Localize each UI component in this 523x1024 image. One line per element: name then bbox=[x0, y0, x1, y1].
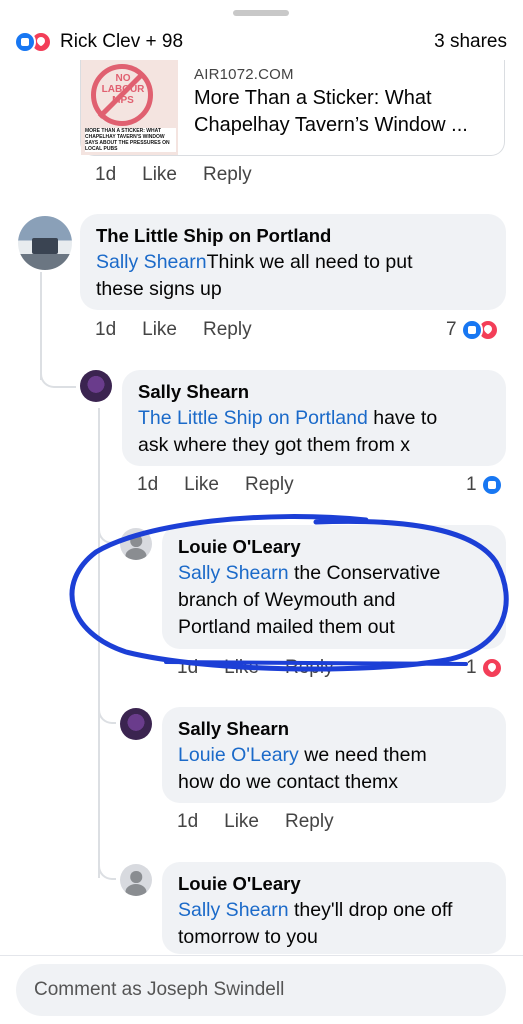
link-preview-card[interactable]: NO LABOUR MPS MORE THAN A STICKER: WHAT … bbox=[80, 60, 505, 156]
comment-text: Sally Shearn the Conservative branch of … bbox=[178, 560, 492, 641]
comment-text: Louie O'Leary we need them how do we con… bbox=[178, 742, 492, 796]
comment-actions: 1d Like Reply bbox=[95, 319, 252, 341]
mention-link[interactable]: The Little Ship on Portland bbox=[138, 407, 368, 429]
comment-author[interactable]: Louie O'Leary bbox=[178, 534, 492, 560]
thumb-sign-bottom: MPS bbox=[112, 95, 134, 106]
comment-bubble: Louie O'Leary Sally Shearn they'll drop … bbox=[162, 862, 506, 954]
comment-reactions[interactable]: 1 bbox=[466, 474, 503, 496]
comment-author[interactable]: Louie O'Leary bbox=[178, 871, 492, 897]
link-info: AIR1072.COM More Than a Sticker: What Ch… bbox=[178, 60, 468, 155]
comment-bubble: Sally Shearn Louie O'Leary we need them … bbox=[162, 707, 506, 803]
comment-text-part: these signs up bbox=[96, 278, 222, 300]
comment-text-part: ask where they got them from x bbox=[138, 434, 411, 456]
comment-text-part: we need them bbox=[298, 744, 427, 766]
thumb-sign-mid: LABOUR bbox=[101, 84, 145, 95]
comment-text-part: the Conservative bbox=[288, 562, 441, 584]
comment-time: 1d bbox=[177, 657, 199, 678]
post-actions: 1d Like Reply bbox=[95, 164, 252, 186]
comment-time: 1d bbox=[177, 811, 199, 832]
comment-time: 1d bbox=[95, 319, 117, 340]
comment-actions: 1d Like Reply bbox=[137, 474, 294, 496]
like-reaction-icon bbox=[480, 474, 503, 496]
thumb-sign-top: NO bbox=[115, 73, 131, 84]
comment-actions: 1d Like Reply bbox=[177, 657, 334, 679]
comment-text-part: Think we all need to put bbox=[206, 251, 413, 273]
reaction-summary[interactable]: Rick Clev + 98 bbox=[14, 31, 183, 53]
comment-author[interactable]: The Little Ship on Portland bbox=[96, 223, 492, 249]
comment-text-part: how do we contact themx bbox=[178, 771, 399, 793]
comment-text: Sally Shearn they'll drop one off tomorr… bbox=[178, 897, 492, 951]
link-title-line: Chapelhay Tavern’s Window ... bbox=[194, 114, 468, 136]
comment-text-part: tomorrow to you bbox=[178, 926, 318, 948]
sheet-drag-handle[interactable] bbox=[233, 10, 289, 16]
link-title-line: More Than a Sticker: What bbox=[194, 87, 432, 109]
reply-button[interactable]: Reply bbox=[285, 657, 334, 679]
avatar[interactable] bbox=[120, 864, 152, 896]
avatar[interactable] bbox=[120, 528, 152, 560]
reply-button[interactable]: Reply bbox=[203, 164, 252, 186]
thumb-caption: MORE THAN A STICKER: WHAT CHAPELHAY TAVE… bbox=[85, 128, 176, 152]
avatar[interactable] bbox=[18, 216, 72, 270]
comment-text-part: have to bbox=[367, 407, 438, 429]
comment-text-part: they'll drop one off bbox=[288, 899, 453, 921]
comment-actions: 1d Like Reply bbox=[177, 811, 334, 833]
reply-button[interactable]: Reply bbox=[203, 319, 252, 341]
reactors-text: Rick Clev + 98 bbox=[60, 31, 184, 52]
reaction-count: 7 bbox=[446, 319, 457, 340]
comment-bubble: The Little Ship on Portland Sally Shearn… bbox=[80, 214, 506, 310]
mention-link[interactable]: Sally Shearn bbox=[178, 562, 289, 584]
comment-text-part: Portland mailed them out bbox=[178, 616, 395, 638]
love-reaction-icon bbox=[480, 657, 503, 679]
link-domain: AIR1072.COM bbox=[194, 66, 294, 83]
like-reaction-icon bbox=[14, 31, 36, 53]
like-button[interactable]: Like bbox=[184, 474, 219, 496]
composer-divider bbox=[0, 955, 523, 956]
comment-time: 1d bbox=[137, 474, 159, 495]
mention-link[interactable]: Sally Shearn bbox=[96, 251, 207, 273]
comment-time: 1d bbox=[95, 164, 117, 185]
comment-reactions[interactable]: 1 bbox=[466, 657, 503, 679]
reaction-count: 1 bbox=[466, 474, 477, 495]
like-button[interactable]: Like bbox=[142, 164, 177, 186]
shares-count[interactable]: 3 shares bbox=[434, 31, 507, 53]
avatar[interactable] bbox=[120, 708, 152, 740]
thread-elbow bbox=[98, 700, 116, 724]
comment-text: The Little Ship on Portland have to ask … bbox=[138, 405, 492, 459]
link-title: More Than a Sticker: What Chapelhay Tave… bbox=[194, 85, 468, 139]
link-thumbnail: NO LABOUR MPS MORE THAN A STICKER: WHAT … bbox=[81, 60, 178, 155]
like-button[interactable]: Like bbox=[142, 319, 177, 341]
comment-bubble: Sally Shearn The Little Ship on Portland… bbox=[122, 370, 506, 466]
thread-elbow bbox=[98, 856, 116, 880]
like-button[interactable]: Like bbox=[224, 657, 259, 679]
comment-author[interactable]: Sally Shearn bbox=[138, 379, 492, 405]
comment-text-part: branch of Weymouth and bbox=[178, 589, 396, 611]
mention-link[interactable]: Louie O'Leary bbox=[178, 744, 299, 766]
reaction-icons bbox=[14, 31, 52, 53]
comment-input[interactable] bbox=[16, 964, 506, 1016]
comment-author[interactable]: Sally Shearn bbox=[178, 716, 492, 742]
comment-text: Sally ShearnThink we all need to put the… bbox=[96, 249, 492, 303]
like-button[interactable]: Like bbox=[224, 811, 259, 833]
thread-line bbox=[98, 408, 100, 878]
thumb-sign-text: NO LABOUR MPS bbox=[99, 73, 147, 106]
mention-link[interactable]: Sally Shearn bbox=[178, 899, 289, 921]
thread-elbow bbox=[40, 364, 76, 388]
thread-elbow bbox=[98, 520, 116, 544]
post-summary-header: Rick Clev + 98 3 shares bbox=[14, 28, 507, 56]
comment-bubble: Louie O'Leary Sally Shearn the Conservat… bbox=[162, 525, 506, 649]
reply-button[interactable]: Reply bbox=[285, 811, 334, 833]
reply-button[interactable]: Reply bbox=[245, 474, 294, 496]
avatar[interactable] bbox=[80, 370, 112, 402]
like-reaction-icon bbox=[460, 319, 483, 341]
comment-reactions[interactable]: 7 bbox=[446, 319, 499, 341]
reaction-icons bbox=[460, 319, 499, 341]
reaction-count: 1 bbox=[466, 657, 477, 678]
